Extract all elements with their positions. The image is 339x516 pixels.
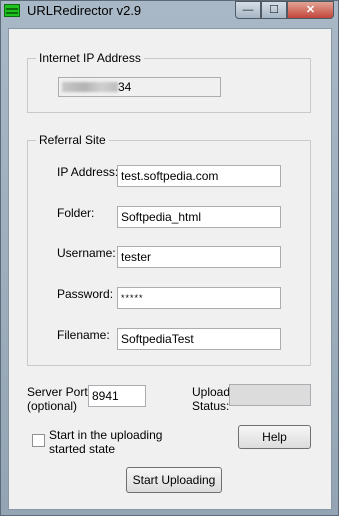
internet-ip-group-label: Internet IP Address <box>36 51 144 65</box>
title-bar[interactable]: URLRedirector v2.9 — ☐ ✕ <box>1 1 338 21</box>
internet-ip-field: 34 <box>58 77 221 97</box>
folder-label: Folder: <box>57 206 95 220</box>
password-mask: ***** <box>121 293 144 303</box>
start-uploading-button[interactable]: Start Uploading <box>126 467 222 493</box>
password-label: Password: <box>57 287 114 301</box>
ip-address-input[interactable]: test.softpedia.com <box>117 165 281 187</box>
password-input[interactable]: ***** <box>117 287 281 309</box>
referral-site-group: Referral Site IP Address: test.softpedia… <box>27 133 311 366</box>
internet-ip-value: 34 <box>118 80 132 94</box>
server-port-optional-label: (optional) <box>27 399 78 413</box>
filename-input[interactable]: SoftpediaTest <box>117 328 281 350</box>
start-state-label[interactable]: Start in the uploading <box>49 428 162 442</box>
minimize-button[interactable]: — <box>235 1 261 19</box>
upload-status-label: Upload <box>192 385 231 399</box>
referral-site-group-label: Referral Site <box>36 133 109 147</box>
internet-ip-group: Internet IP Address 34 <box>27 51 311 113</box>
ip-blurred-segment <box>62 82 118 92</box>
app-icon <box>4 4 20 17</box>
app-window: URLRedirector v2.9 — ☐ ✕ Internet IP Add… <box>0 0 339 516</box>
username-input[interactable]: tester <box>117 246 281 268</box>
client-area: Internet IP Address 34 Referral Site IP … <box>8 28 332 510</box>
folder-input[interactable]: Softpedia_html <box>117 206 281 228</box>
server-port-label: Server Port: <box>27 385 92 399</box>
start-state-label-2[interactable]: started state <box>49 442 115 456</box>
help-button[interactable]: Help <box>238 425 311 449</box>
username-label: Username: <box>57 246 116 260</box>
upload-status-field <box>229 384 311 406</box>
start-state-checkbox[interactable] <box>32 434 45 447</box>
upload-status-label-2: Status: <box>192 399 230 413</box>
maximize-button[interactable]: ☐ <box>261 1 287 19</box>
ip-address-label: IP Address: <box>57 165 119 179</box>
server-port-input[interactable]: 8941 <box>88 385 146 407</box>
filename-label: Filename: <box>57 328 110 342</box>
window-title: URLRedirector v2.9 <box>27 3 142 18</box>
close-button[interactable]: ✕ <box>287 1 334 19</box>
